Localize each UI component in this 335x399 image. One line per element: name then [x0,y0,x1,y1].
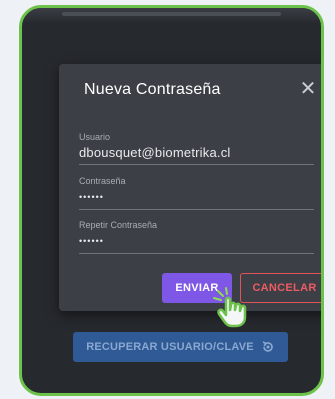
repeat-password-input[interactable]: •••••• [79,233,314,254]
recover-user-password-button[interactable]: RECUPERAR USUARIO/CLAVE [73,332,288,362]
pointer-hand-icon [213,287,247,328]
username-field[interactable]: Usuario dbousquet@biometrika.cl [79,132,314,165]
close-icon[interactable]: ✕ [297,78,319,100]
rotate-arrow-icon [262,341,273,352]
username-label: Usuario [79,132,111,142]
dialog-title: Nueva Contraseña [84,81,221,98]
password-field[interactable]: Contraseña •••••• [79,176,314,210]
repeat-password-field[interactable]: Repetir Contraseña •••••• [79,220,314,254]
repeat-password-label: Repetir Contraseña [79,220,158,230]
username-input[interactable]: dbousquet@biometrika.cl [79,145,314,165]
phone-frame: Nueva Contraseña ✕ Usuario dbousquet@bio… [19,5,324,396]
phone-top-bar [22,8,321,24]
recover-label: RECUPERAR USUARIO/CLAVE [86,341,254,353]
password-input[interactable]: •••••• [79,189,314,210]
cancel-button[interactable]: CANCELAR [240,273,321,303]
password-label: Contraseña [79,176,126,186]
new-password-dialog: Nueva Contraseña ✕ Usuario dbousquet@bio… [59,64,321,328]
